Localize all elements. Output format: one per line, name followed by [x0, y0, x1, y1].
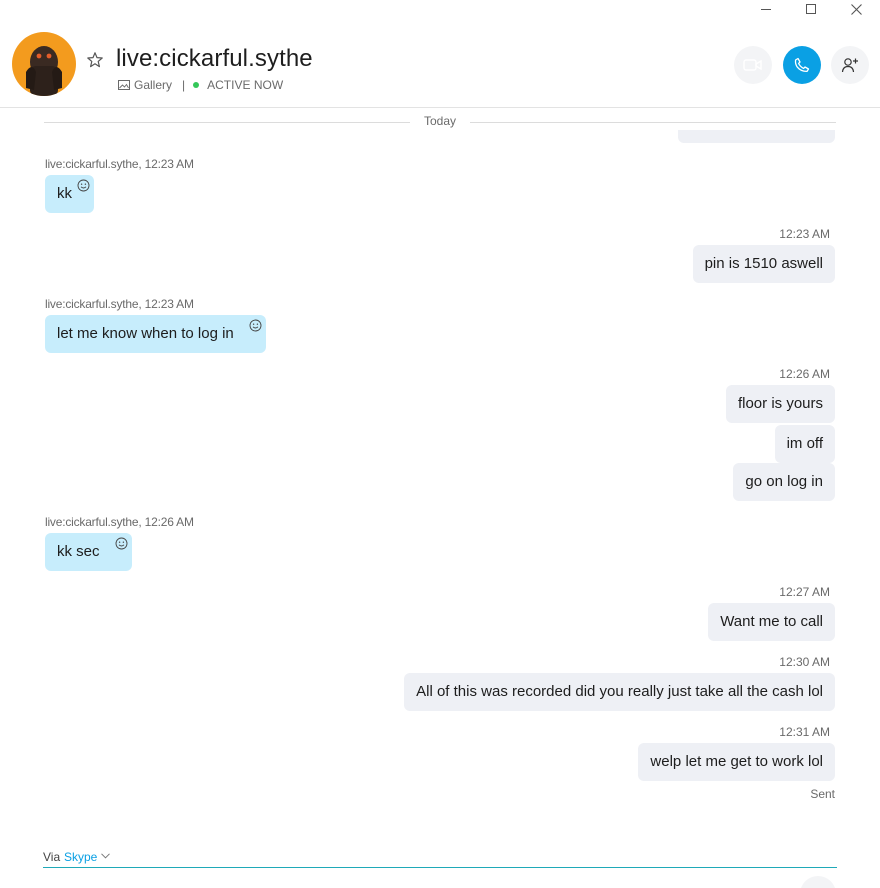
- contact-name[interactable]: live:cickarful.sythe: [116, 45, 313, 73]
- outgoing-message[interactable]: go on log in: [733, 463, 835, 501]
- add-people-button[interactable]: [831, 46, 869, 84]
- message-composer[interactable]: Via Skype: [43, 848, 837, 868]
- avatar[interactable]: [12, 32, 76, 96]
- incoming-message[interactable]: let me know when to log in: [45, 315, 266, 353]
- gallery-link[interactable]: Gallery: [134, 78, 172, 92]
- outgoing-message[interactable]: welp let me get to work lol: [638, 743, 835, 781]
- message-meta: live:cickarful.sythe, 12:23 AM: [45, 297, 194, 311]
- outgoing-message[interactable]: floor is yours: [725, 385, 835, 423]
- video-call-icon: [743, 59, 762, 71]
- date-divider: Today: [44, 114, 836, 130]
- close-button[interactable]: [836, 0, 876, 18]
- outgoing-message[interactable]: pin is 1510 aswell: [692, 245, 835, 283]
- message-text: welp let me get to work lol: [650, 753, 823, 770]
- previous-message-bubble: [678, 130, 835, 143]
- avatar-figure-icon: [26, 46, 62, 96]
- star-icon[interactable]: [86, 51, 104, 69]
- message-text: let me know when to log in: [57, 325, 234, 342]
- separator: |: [182, 78, 186, 92]
- incoming-message[interactable]: kk: [45, 175, 94, 213]
- emoji-reaction-icon[interactable]: [77, 179, 90, 192]
- conversation-header: live:cickarful.sythe Gallery | ACTIVE NO…: [0, 20, 880, 108]
- message-timestamp: 12:27 AM: [779, 585, 830, 599]
- add-person-icon: [841, 58, 858, 73]
- gallery-icon: [118, 80, 130, 90]
- message-text: Want me to call: [720, 613, 823, 630]
- message-text: floor is yours: [737, 395, 823, 412]
- message-text: kk sec: [57, 543, 100, 560]
- outgoing-message[interactable]: All of this was recorded did you really …: [404, 673, 835, 711]
- message-timestamp: 12:30 AM: [779, 655, 830, 669]
- message-text: pin is 1510 aswell: [704, 255, 823, 272]
- audio-call-button[interactable]: [783, 46, 821, 84]
- service-selector[interactable]: Skype: [64, 850, 97, 864]
- date-divider-label: Today: [423, 114, 457, 128]
- presence-status: ACTIVE NOW: [207, 78, 284, 92]
- emoji-reaction-icon[interactable]: [115, 537, 128, 550]
- message-text: kk: [57, 185, 72, 202]
- video-call-button[interactable]: [734, 46, 772, 84]
- message-meta: live:cickarful.sythe, 12:23 AM: [45, 157, 194, 171]
- message-text: go on log in: [745, 473, 823, 490]
- outgoing-message[interactable]: im off: [774, 425, 835, 463]
- message-timestamp: 12:26 AM: [779, 367, 830, 381]
- maximize-icon: [806, 4, 816, 14]
- outgoing-message[interactable]: Want me to call: [708, 603, 835, 641]
- message-timestamp: 12:23 AM: [779, 227, 830, 241]
- message-text: im off: [786, 435, 823, 452]
- minimize-icon: [761, 8, 771, 10]
- via-label: Via: [43, 850, 61, 864]
- message-timestamp: 12:31 AM: [779, 725, 830, 739]
- emoji-reaction-icon[interactable]: [249, 319, 262, 332]
- maximize-button[interactable]: [791, 0, 831, 18]
- online-status-dot: [193, 82, 200, 88]
- header-subrow: Gallery | ACTIVE NOW: [118, 78, 283, 92]
- sent-status: Sent: [810, 787, 835, 801]
- incoming-message[interactable]: kk sec: [45, 533, 132, 571]
- composer-action-button[interactable]: [800, 876, 836, 888]
- minimize-button[interactable]: [746, 0, 786, 18]
- chevron-down-icon[interactable]: [101, 853, 110, 859]
- message-list[interactable]: Today live:cickarful.sythe, 12:23 AM kk …: [0, 108, 880, 840]
- close-icon: [850, 3, 862, 15]
- message-meta: live:cickarful.sythe, 12:26 AM: [45, 515, 194, 529]
- phone-icon: [794, 57, 810, 73]
- message-text: All of this was recorded did you really …: [416, 683, 823, 700]
